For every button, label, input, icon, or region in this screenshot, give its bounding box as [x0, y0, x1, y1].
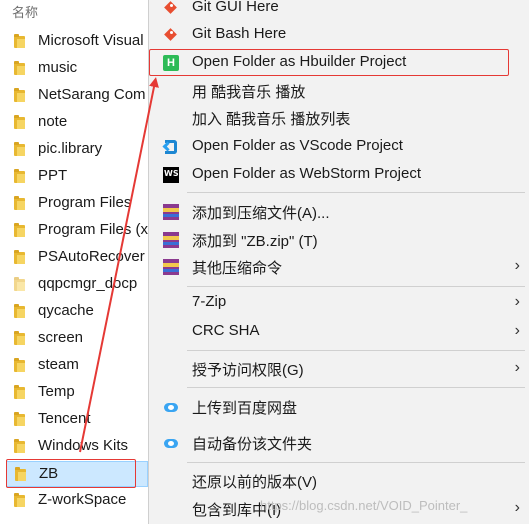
watermark: https://blog.csdn.net/VOID_Pointer_ [260, 498, 468, 513]
annotation-arrow [79, 77, 159, 453]
